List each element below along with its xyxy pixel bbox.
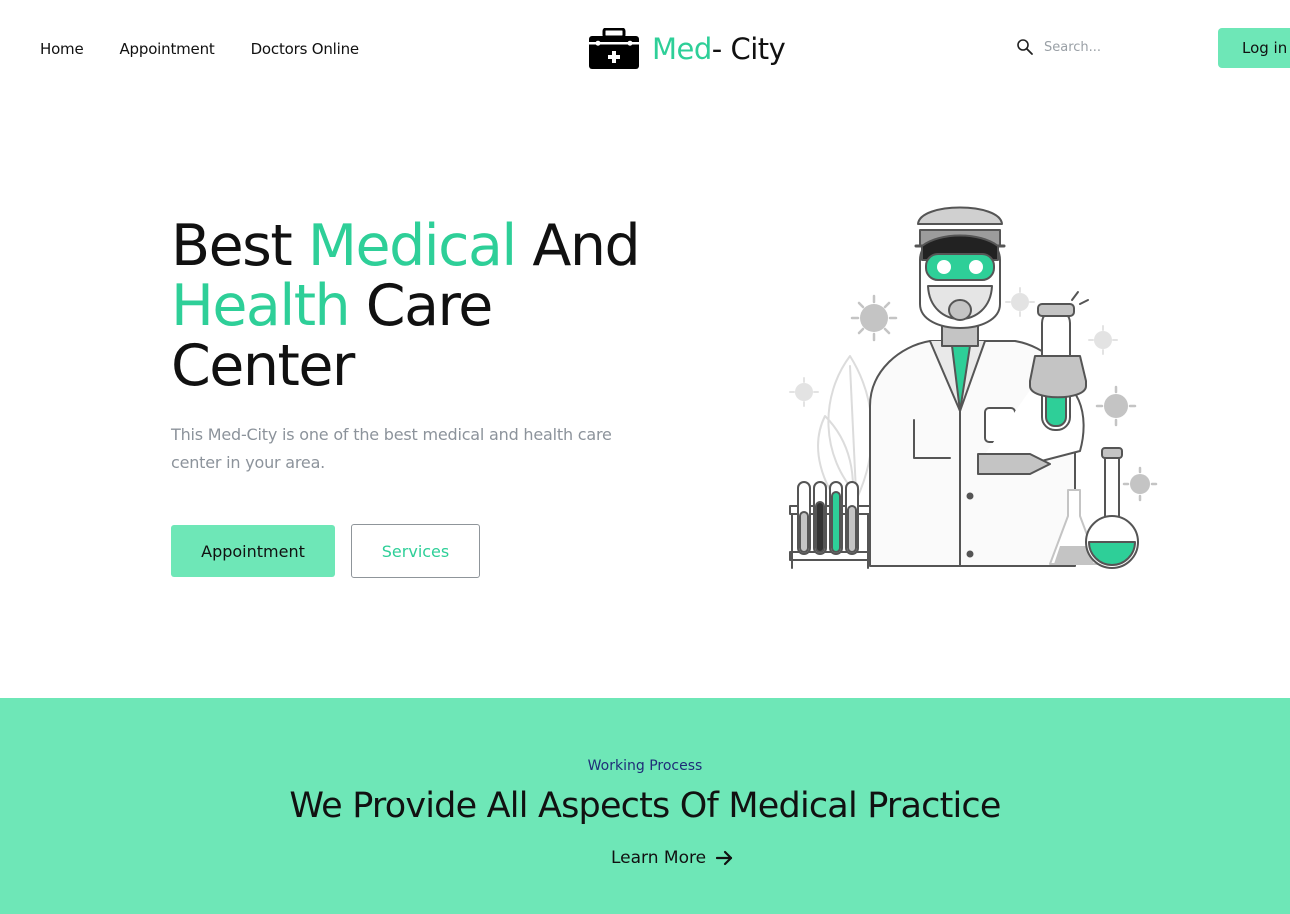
- login-button[interactable]: Log in: [1218, 28, 1290, 68]
- nav-appointment-link[interactable]: Appointment: [120, 40, 215, 58]
- appointment-button[interactable]: Appointment: [171, 525, 335, 577]
- hero-title-word-health: Health: [171, 273, 351, 339]
- top-navbar: Home Appointment Doctors Online Med- Cit…: [0, 0, 1290, 98]
- hero-title-word-and: And: [515, 213, 640, 279]
- hero-title-word-medical: Medical: [307, 213, 517, 279]
- virus-icon: [1088, 325, 1118, 355]
- learn-more-link[interactable]: Learn More: [611, 848, 734, 868]
- search-input[interactable]: [1044, 39, 1184, 55]
- services-button[interactable]: Services: [351, 524, 480, 578]
- hero-title: Best Medical And Health Care Center: [171, 216, 641, 396]
- learn-more-label: Learn More: [611, 848, 707, 868]
- brand-name-med: Med: [652, 32, 712, 66]
- nav-home-link[interactable]: Home: [40, 40, 84, 58]
- nav-links: Home Appointment Doctors Online: [40, 40, 359, 58]
- virus-icon: [1122, 466, 1158, 502]
- arrow-right-icon: [716, 850, 733, 866]
- virus-icon: [1095, 385, 1137, 427]
- working-process-section: Working Process We Provide All Aspects O…: [0, 698, 1290, 914]
- brand-name: Med- City: [652, 32, 786, 66]
- section-eyebrow: Working Process: [587, 758, 703, 774]
- scientist-illustration: [789, 206, 1158, 569]
- hero-title-word-best: Best: [171, 213, 308, 279]
- search-box: [1016, 38, 1184, 56]
- virus-icon: [789, 377, 819, 407]
- brand-name-city: - City: [711, 32, 786, 66]
- search-icon[interactable]: [1016, 38, 1034, 56]
- brand-logo[interactable]: Med- City: [588, 28, 786, 70]
- hero-description: This Med-City is one of the best medical…: [171, 425, 612, 472]
- section-title: We Provide All Aspects Of Medical Practi…: [289, 786, 1001, 826]
- virus-icon: [1005, 287, 1035, 317]
- virus-icon: [850, 294, 898, 342]
- test-tube-rack-icon: [789, 481, 871, 569]
- medical-kit-icon: [589, 28, 639, 69]
- nav-doctors-online-link[interactable]: Doctors Online: [251, 40, 360, 58]
